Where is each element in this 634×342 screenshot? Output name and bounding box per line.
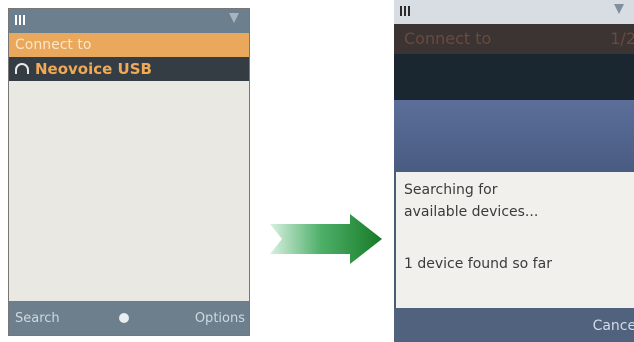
searching-dialog: Searching for available devices... 1 dev… (396, 172, 634, 308)
cancel-softkey[interactable]: Cancel (593, 318, 634, 334)
transition-arrow-icon (270, 214, 382, 264)
signal-bars-icon (15, 15, 25, 25)
center-select-key-icon[interactable] (119, 313, 129, 323)
dialog-text-line2: available devices... (404, 204, 539, 220)
search-softkey[interactable]: Search (15, 311, 60, 326)
device-name: Neovoice USB (35, 60, 152, 78)
right-phone-screen: Connect to 1/2 Searching for available d… (394, 0, 634, 342)
headset-icon (15, 63, 29, 74)
dialog-text-line1: Searching for (404, 182, 498, 198)
options-softkey[interactable]: Options (195, 311, 245, 326)
page-indicator: 1/2 (610, 29, 634, 48)
screen-title: Connect to (404, 29, 492, 48)
list-background (394, 100, 634, 172)
signal-bars-icon (400, 6, 410, 16)
status-bar (9, 9, 249, 33)
selected-list-row[interactable] (394, 54, 634, 100)
antenna-icon (229, 13, 239, 23)
softkey-bar: Search Options (9, 301, 249, 335)
softkey-bar: Cancel (394, 308, 634, 342)
devices-found-text: 1 device found so far (404, 256, 552, 272)
device-list-item[interactable]: Neovoice USB (9, 57, 249, 81)
screen-title: Connect to (9, 33, 249, 57)
screen-title-bar: Connect to 1/2 (394, 24, 634, 54)
status-bar (394, 0, 634, 24)
left-phone-screen: Connect to Neovoice USB Search Options (8, 8, 250, 336)
antenna-icon (614, 4, 624, 14)
